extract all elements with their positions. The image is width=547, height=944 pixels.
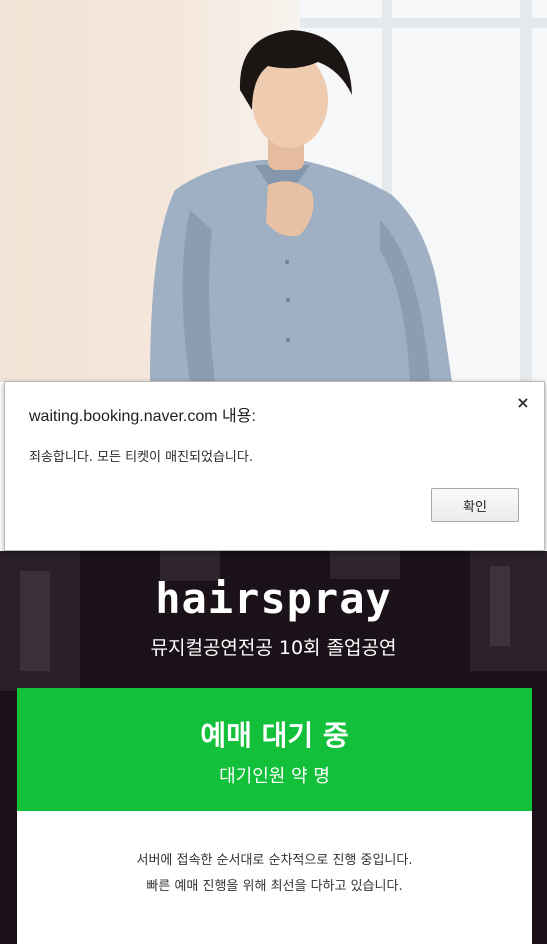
close-icon[interactable]: × [514, 394, 532, 412]
waiting-status-card: 예매 대기 중 대기인원 약 명 [17, 688, 532, 811]
hero-photo [0, 0, 547, 382]
dialog-title: waiting.booking.naver.com 내용: [29, 408, 256, 425]
show-banner: hairspray 뮤지컬공연전공 10회 졸업공연 예매 대기 중 대기인원 … [0, 551, 547, 944]
info-line-2: 빠른 예매 진행을 위해 최선을 다하고 있습니다. [146, 879, 403, 894]
info-card: 서버에 접속한 순서대로 순차적으로 진행 중입니다. 빠른 예매 진행을 위해… [17, 811, 532, 944]
ok-button[interactable]: 확인 [431, 488, 519, 522]
waiting-title: 예매 대기 중 [200, 719, 349, 752]
show-logo: hairspray [155, 574, 392, 623]
person-photo-illustration [150, 0, 547, 382]
show-subtitle: 뮤지컬공연전공 10회 졸업공연 [150, 637, 397, 659]
info-line-1: 서버에 접속한 순서대로 순차적으로 진행 중입니다. [136, 853, 413, 868]
alert-dialog: waiting.booking.naver.com 내용: × 죄송합니다. 모… [4, 381, 545, 551]
waiting-count: 대기인원 약 명 [219, 766, 330, 787]
dialog-message: 죄송합니다. 모든 티켓이 매진되었습니다. [29, 450, 253, 465]
